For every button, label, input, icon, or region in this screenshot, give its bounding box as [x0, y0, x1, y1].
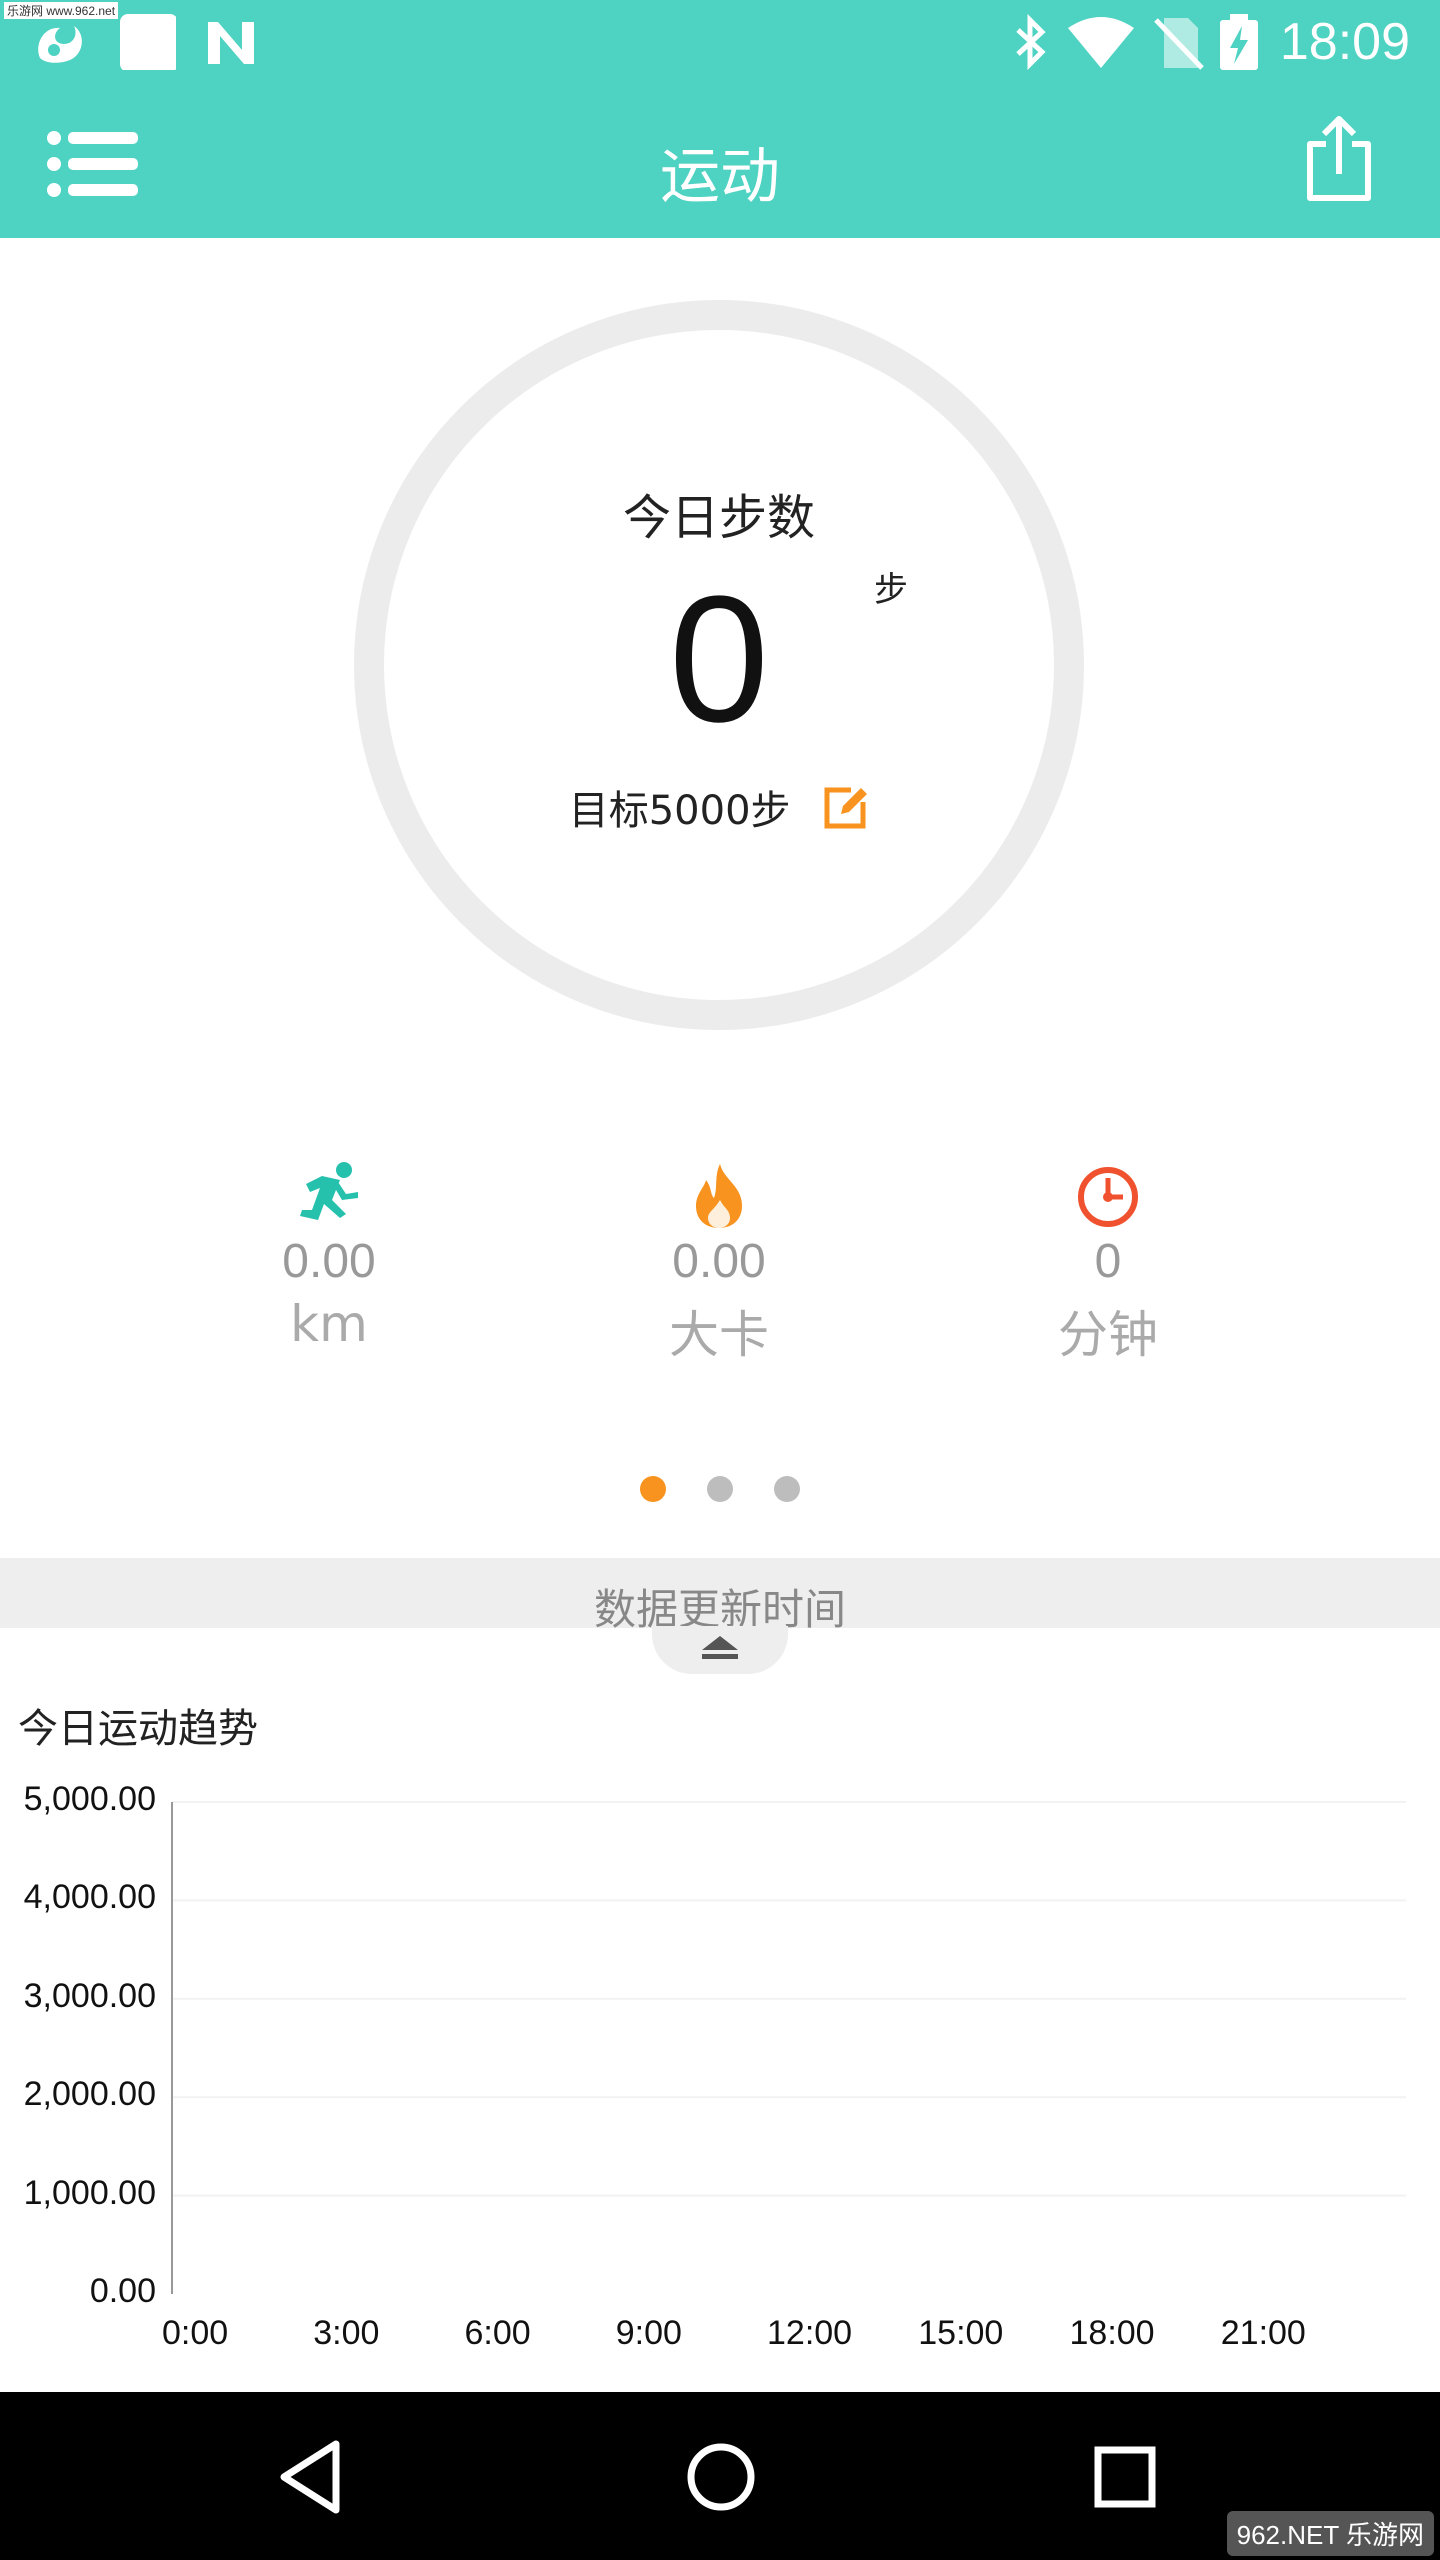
- page-title: 运动: [660, 142, 780, 212]
- calories-unit: 大卡: [669, 1306, 769, 1364]
- collapse-handle[interactable]: [652, 1626, 788, 1674]
- y-tick-label: 4,000.00: [23, 1878, 156, 1917]
- steps-unit: 步: [874, 570, 908, 610]
- page-indicator: [0, 1476, 1440, 1506]
- wifi-icon: [1068, 17, 1134, 68]
- page-dot-3[interactable]: [774, 1476, 801, 1502]
- x-tick-label: 0:00: [162, 2314, 229, 2352]
- chart-plot-area: [171, 1801, 1406, 2294]
- recents-icon[interactable]: [1080, 2432, 1170, 2522]
- y-tick-label: 2,000.00: [23, 2075, 156, 2114]
- flame-icon: [696, 1164, 742, 1228]
- navigation-bar: 962.NET 乐游网: [0, 2392, 1440, 2560]
- steps-goal: 目标5000步: [354, 778, 1084, 836]
- x-tick-label: 9:00: [615, 2314, 682, 2352]
- x-tick-label: 21:00: [1220, 2314, 1306, 2352]
- goal-text: 目标5000步: [568, 788, 791, 834]
- y-tick-label: 3,000.00: [23, 1976, 156, 2015]
- steps-ring: 今日步数 0 步 目标5000步: [354, 300, 1084, 1030]
- status-bar: 乐游网 www.962.net 18:09: [0, 0, 1440, 84]
- edit-icon[interactable]: [823, 784, 869, 830]
- distance-unit: km: [290, 1295, 368, 1353]
- app-bar: 运动: [0, 84, 1440, 238]
- n-notification-icon: [208, 22, 254, 64]
- x-tick-label: 15:00: [918, 2314, 1004, 2352]
- home-icon[interactable]: [676, 2432, 766, 2522]
- chart-title: 今日运动趋势: [18, 1706, 258, 1752]
- duration-value: 0: [1094, 1235, 1122, 1288]
- bluetooth-icon: [1016, 14, 1046, 70]
- steps-value: 0: [668, 559, 770, 760]
- back-icon[interactable]: [270, 2432, 360, 2522]
- x-tick-label: 12:00: [767, 2314, 853, 2352]
- no-sim-icon: [1154, 18, 1204, 70]
- stat-distance: 0.00 km: [199, 1160, 459, 1353]
- steps-label: 今日步数: [622, 490, 815, 546]
- update-time-bar: 数据更新时间: [0, 1558, 1440, 1634]
- y-tick-label: 1,000.00: [23, 2173, 156, 2212]
- page-dot-1[interactable]: [639, 1476, 666, 1502]
- y-tick-label: 5,000.00: [23, 1780, 156, 1818]
- x-tick-label: 3:00: [313, 2314, 380, 2352]
- watermark-bottom: 962.NET 乐游网: [1226, 2511, 1434, 2556]
- share-icon[interactable]: [1304, 114, 1374, 204]
- page-dot-2[interactable]: [707, 1476, 733, 1502]
- duration-unit: 分钟: [1058, 1306, 1158, 1364]
- distance-value: 0.00: [282, 1235, 376, 1288]
- x-tick-label: 18:00: [1069, 2314, 1155, 2352]
- stat-duration: 0 分钟: [978, 1160, 1238, 1367]
- x-tick-label: 6:00: [464, 2314, 531, 2352]
- uc-browser-icon: [38, 26, 82, 63]
- battery-charging-icon: [1220, 14, 1258, 70]
- clock-icon: [1078, 1167, 1138, 1227]
- trend-chart: 0.00 1,000.00 2,000.00 3,000.00 4,000.00 5,00…: [0, 1770, 1440, 2370]
- y-tick-label: 0.00: [89, 2272, 156, 2310]
- status-time: 18:09: [1279, 13, 1410, 71]
- square-notification-icon: [120, 14, 176, 70]
- stat-calories: 0.00 大卡: [589, 1160, 849, 1367]
- calories-value: 0.00: [672, 1235, 766, 1288]
- eject-icon: [702, 1636, 738, 1659]
- running-icon: [300, 1162, 358, 1220]
